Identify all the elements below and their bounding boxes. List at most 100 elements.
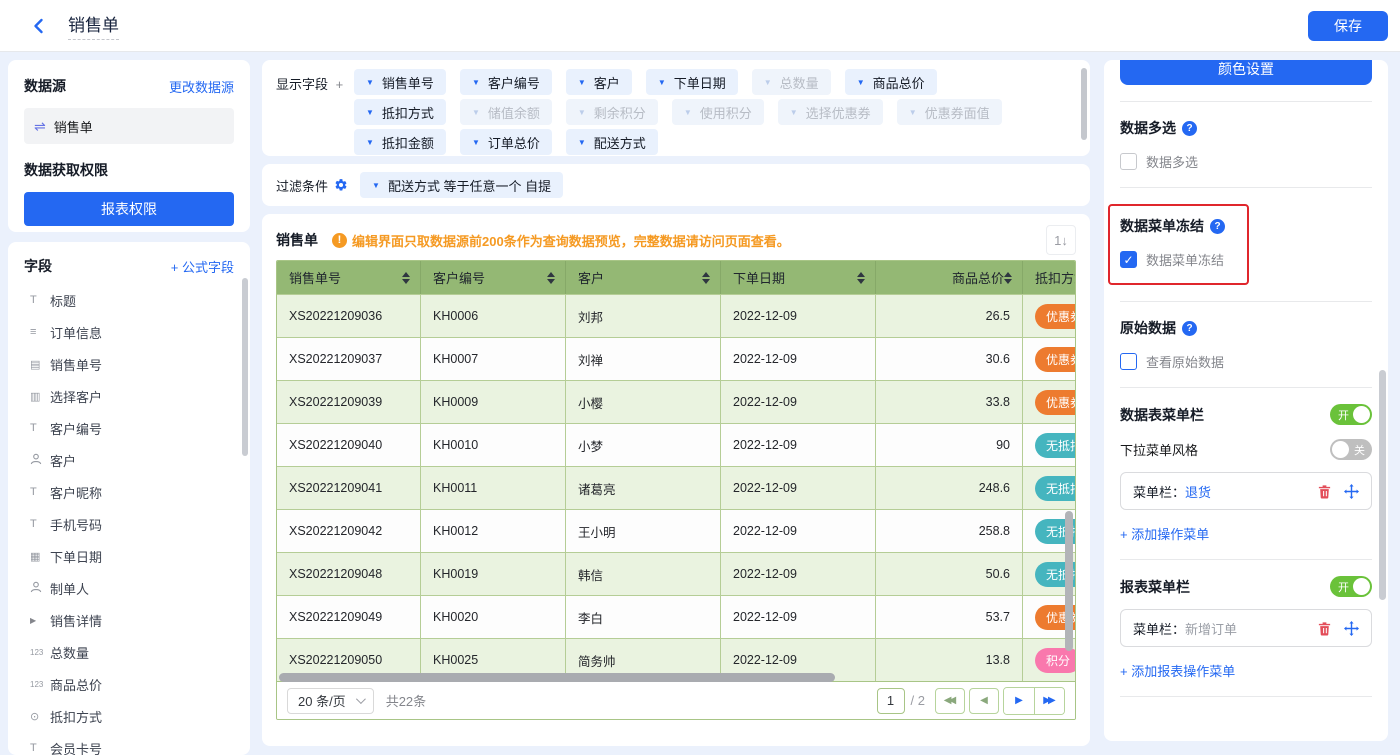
field-item-goods-total[interactable]: 123商品总价 xyxy=(24,668,240,700)
chip-order-total[interactable]: 订单总价 xyxy=(460,129,552,155)
sort-arrows-icon[interactable] xyxy=(857,272,865,284)
expand-triangle-icon: ▶ xyxy=(30,616,50,625)
header-deduction[interactable]: 抵扣方式 xyxy=(1023,261,1076,294)
report-permission-button[interactable]: 报表权限 xyxy=(24,192,234,226)
menu-item-value[interactable]: 退货 xyxy=(1185,482,1211,501)
calendar-icon: ▦ xyxy=(30,550,50,563)
person-icon xyxy=(30,581,50,596)
multi-select-checkbox[interactable] xyxy=(1120,153,1137,170)
field-item-order-info[interactable]: ≡订单信息 xyxy=(24,316,240,348)
raw-data-checkbox[interactable] xyxy=(1120,353,1137,370)
field-item-order-date[interactable]: ▦下单日期 xyxy=(24,540,240,572)
prev-page-button[interactable]: ◀ xyxy=(969,688,999,714)
chip-deduction-amount[interactable]: 抵扣金额 xyxy=(354,129,446,155)
chip-used-points[interactable]: 使用积分 xyxy=(672,99,764,125)
datasource-name: 销售单 xyxy=(54,117,93,136)
move-icon[interactable] xyxy=(1344,621,1359,636)
table-menu-toggle[interactable]: 开 xyxy=(1330,404,1372,425)
question-icon[interactable]: ? xyxy=(1182,121,1197,136)
add-display-field-button[interactable]: + xyxy=(336,77,344,92)
table-horizontal-scrollbar[interactable] xyxy=(279,673,835,682)
header-customer-no[interactable]: 客户编号 xyxy=(421,261,566,294)
chip-select-coupon[interactable]: 选择优惠券 xyxy=(778,99,883,125)
header-order-date[interactable]: 下单日期 xyxy=(721,261,876,294)
filter-condition-chip[interactable]: 配送方式 等于任意一个 自提 xyxy=(360,172,563,198)
field-item-total-qty[interactable]: 123总数量 xyxy=(24,636,240,668)
report-menu-item[interactable]: 菜单栏： 新增订单 xyxy=(1120,609,1372,647)
chip-order-id[interactable]: 销售单号 xyxy=(354,69,446,95)
chip-coupon-value[interactable]: 优惠券面值 xyxy=(897,99,1002,125)
fields-scrollbar[interactable] xyxy=(242,278,248,456)
add-action-menu-link[interactable]: + 添加操作菜单 xyxy=(1120,524,1372,543)
multi-select-heading: 数据多选 xyxy=(1120,118,1176,138)
dropdown-style-toggle[interactable]: 关 xyxy=(1330,439,1372,460)
chip-stored-balance[interactable]: 储值余额 xyxy=(460,99,552,125)
last-page-button[interactable]: ▶▶ xyxy=(1034,688,1064,714)
field-item-customer-no[interactable]: T客户编号 xyxy=(24,412,240,444)
add-report-action-menu-link[interactable]: + 添加报表操作菜单 xyxy=(1120,661,1372,680)
back-button[interactable] xyxy=(26,13,52,39)
table-pagination: 20 条/页 共22条 1 / 2 ◀◀ ◀ ▶ ▶▶ xyxy=(277,681,1075,719)
display-fields-panel: 显示字段 + 销售单号 客户编号 客户 下单日期 总数量 商品总价 抵扣方式 储… xyxy=(262,60,1090,156)
page-input[interactable]: 1 xyxy=(877,688,905,714)
sort-order-button[interactable]: 1↓ xyxy=(1046,225,1076,255)
menu-item-value[interactable]: 新增订单 xyxy=(1185,619,1237,638)
color-settings-button[interactable]: 颜色设置 xyxy=(1120,60,1372,85)
deduction-badge: 优惠券 xyxy=(1035,347,1076,372)
field-item-creator[interactable]: 制单人 xyxy=(24,572,240,604)
field-item-phone[interactable]: T手机号码 xyxy=(24,508,240,540)
next-page-button[interactable]: ▶ xyxy=(1004,688,1034,714)
chip-customer-no[interactable]: 客户编号 xyxy=(460,69,552,95)
page-size-select[interactable]: 20 条/页 xyxy=(287,688,374,714)
table-menu-item[interactable]: 菜单栏： 退货 xyxy=(1120,472,1372,510)
datasource-item[interactable]: ⇌ 销售单 xyxy=(24,108,234,144)
change-datasource-link[interactable]: 更改数据源 xyxy=(169,77,234,96)
chip-deduction-method[interactable]: 抵扣方式 xyxy=(354,99,446,125)
header-customer[interactable]: 客户 xyxy=(566,261,721,294)
header-order-id[interactable]: 销售单号 xyxy=(277,261,421,294)
preview-table: 销售单号 客户编号 客户 下单日期 商品总价 抵扣方式 XS2022120903… xyxy=(276,260,1076,720)
chip-remaining-points[interactable]: 剩余积分 xyxy=(566,99,658,125)
chip-delivery-method[interactable]: 配送方式 xyxy=(566,129,658,155)
header-goods-total[interactable]: 商品总价 xyxy=(876,261,1023,294)
table-vertical-scrollbar[interactable] xyxy=(1065,511,1073,651)
sort-arrows-icon[interactable] xyxy=(402,272,410,284)
page-title[interactable]: 销售单 xyxy=(68,11,119,40)
text-icon: T xyxy=(30,486,50,498)
field-item-title[interactable]: T标题 xyxy=(24,284,240,316)
settings-scrollbar[interactable] xyxy=(1379,370,1386,600)
menu-freeze-checkbox[interactable] xyxy=(1120,251,1137,268)
table-row: XS20221209039KH0009小樱2022-12-0933.8优惠券 xyxy=(277,380,1075,423)
field-item-select-customer[interactable]: ▥选择客户 xyxy=(24,380,240,412)
fields-heading: 字段 xyxy=(24,256,52,276)
trash-icon[interactable] xyxy=(1317,484,1332,499)
display-fields-label: 显示字段 xyxy=(276,77,328,92)
sort-arrows-icon[interactable] xyxy=(702,272,710,284)
number-icon: 123 xyxy=(30,648,50,657)
sort-arrows-icon[interactable] xyxy=(547,272,555,284)
save-button[interactable]: 保存 xyxy=(1308,11,1388,41)
link-icon: ⇌ xyxy=(34,118,46,135)
report-menu-toggle[interactable]: 开 xyxy=(1330,576,1372,597)
trash-icon[interactable] xyxy=(1317,621,1332,636)
next-page-icon: ▶ xyxy=(1015,695,1023,706)
move-icon[interactable] xyxy=(1344,484,1359,499)
display-fields-scrollbar[interactable] xyxy=(1081,68,1087,140)
chip-order-date[interactable]: 下单日期 xyxy=(646,69,738,95)
chip-customer[interactable]: 客户 xyxy=(566,69,632,95)
question-icon[interactable]: ? xyxy=(1182,321,1197,336)
chip-goods-total[interactable]: 商品总价 xyxy=(845,69,937,95)
field-item-deduction[interactable]: ⊙抵扣方式 xyxy=(24,700,240,732)
field-item-member-card[interactable]: T会员卡号 xyxy=(24,732,240,755)
question-icon[interactable]: ? xyxy=(1210,219,1225,234)
add-formula-field-link[interactable]: + 公式字段 xyxy=(171,257,234,276)
menu-freeze-checkbox-label: 数据菜单冻结 xyxy=(1146,250,1224,269)
first-page-button[interactable]: ◀◀ xyxy=(935,688,965,714)
sort-arrows-icon[interactable] xyxy=(1004,272,1012,284)
field-item-order-id[interactable]: ▤销售单号 xyxy=(24,348,240,380)
field-item-sales-detail[interactable]: ▶销售详情 xyxy=(24,604,240,636)
field-item-nickname[interactable]: T客户昵称 xyxy=(24,476,240,508)
gear-icon[interactable] xyxy=(334,178,348,192)
field-item-customer[interactable]: 客户 xyxy=(24,444,240,476)
chip-total-qty[interactable]: 总数量 xyxy=(752,69,831,95)
